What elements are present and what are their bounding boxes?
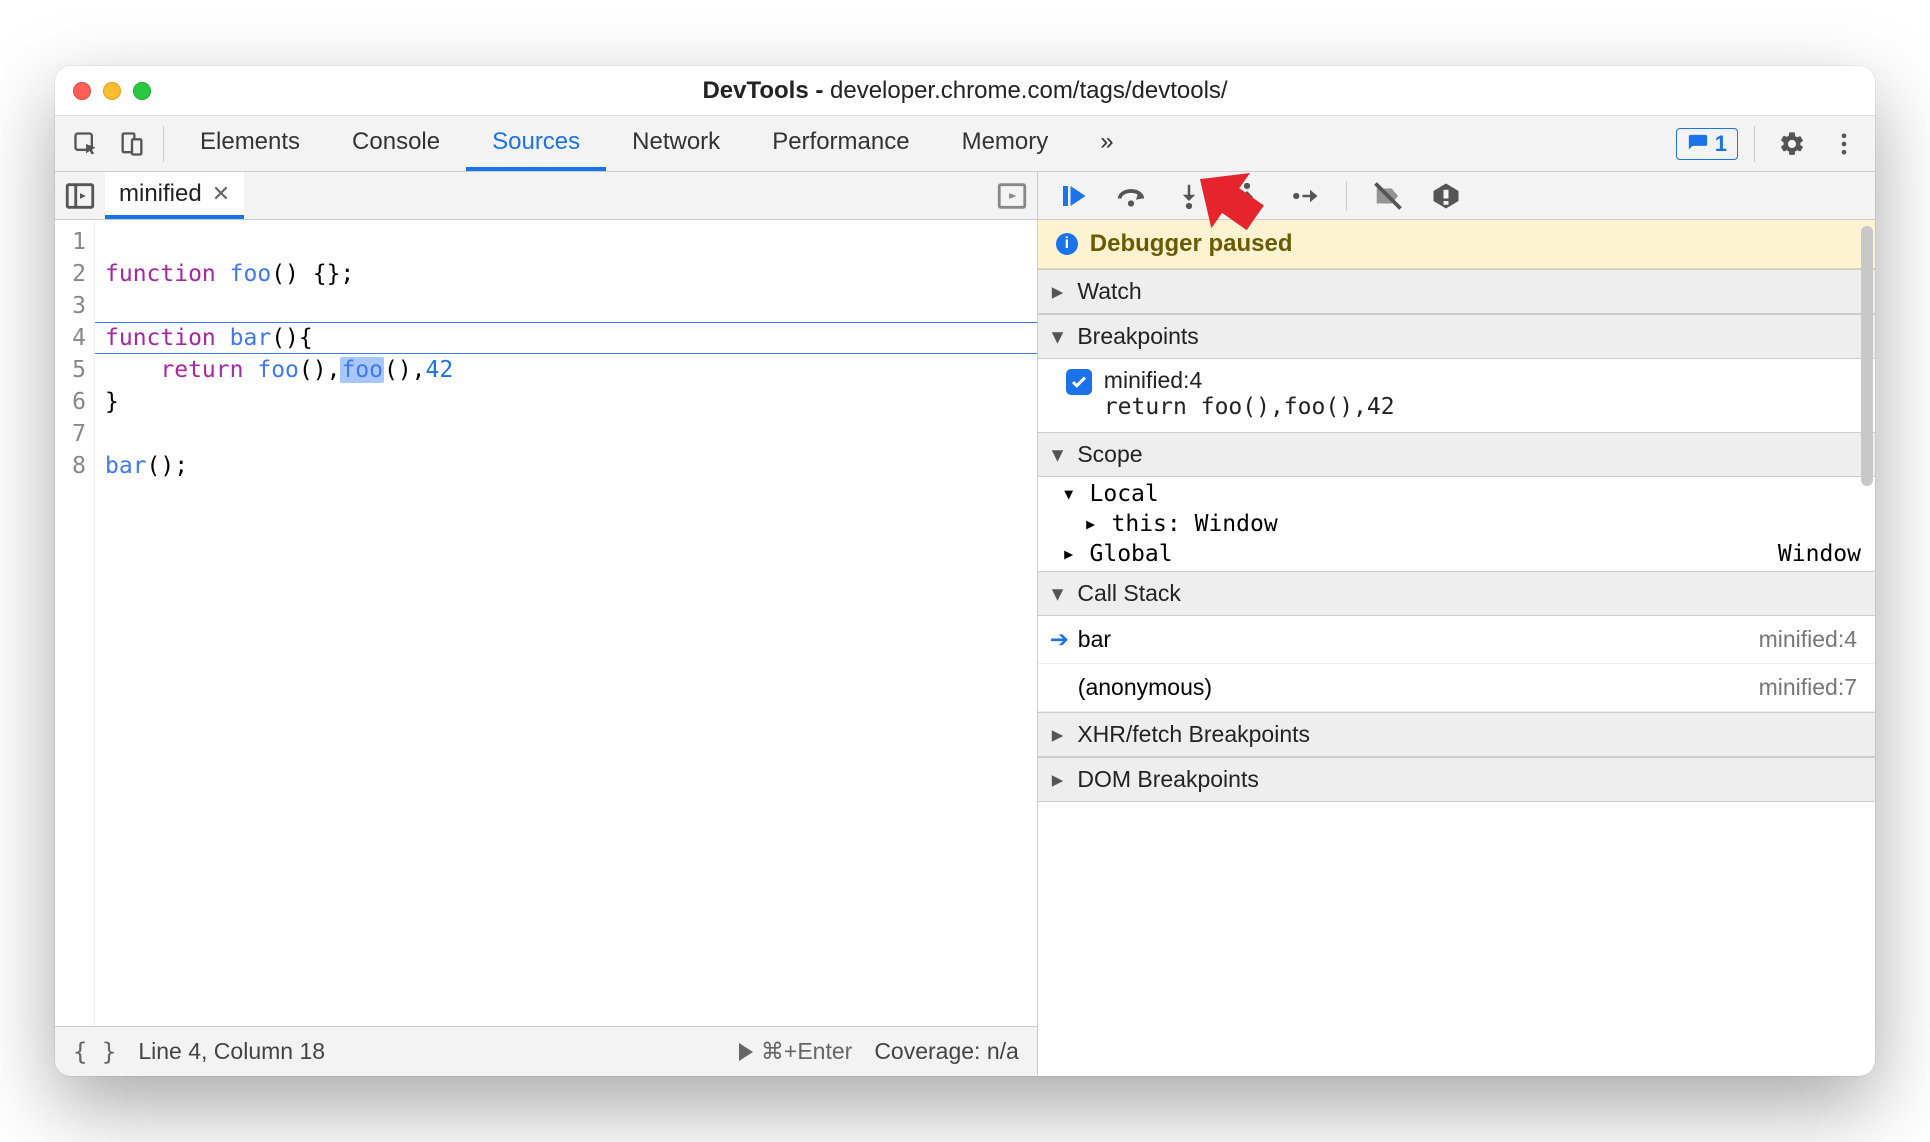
editor-statusbar: { } Line 4, Column 18 ⌘+Enter Coverage: … bbox=[55, 1026, 1037, 1076]
separator bbox=[1346, 181, 1347, 211]
separator bbox=[1754, 126, 1755, 162]
callstack-frame[interactable]: bar minified:4 bbox=[1038, 616, 1875, 664]
editor-tabstrip: minified ✕ bbox=[55, 172, 1037, 220]
debugger-paused-banner: i Debugger paused bbox=[1038, 220, 1875, 269]
main-tabstrip: Elements Console Sources Network Perform… bbox=[55, 116, 1875, 172]
tab-network[interactable]: Network bbox=[606, 116, 746, 171]
separator bbox=[163, 126, 164, 162]
code-editor[interactable]: 1 2 3 4 5 6 7 8 function foo() {}; funct… bbox=[55, 220, 1037, 1026]
panel-tabs: Elements Console Sources Network Perform… bbox=[174, 116, 1140, 171]
run-snippet-icon[interactable] bbox=[995, 179, 1029, 213]
deactivate-breakpoints-icon[interactable] bbox=[1371, 179, 1405, 213]
breakpoint-checkbox[interactable] bbox=[1066, 369, 1092, 395]
paused-label: Debugger paused bbox=[1090, 230, 1293, 258]
coverage-status: Coverage: n/a bbox=[874, 1038, 1018, 1065]
play-icon bbox=[739, 1043, 753, 1061]
debugger-toolbar bbox=[1038, 172, 1875, 220]
breakpoint-label: minified:4 bbox=[1104, 367, 1395, 394]
code-content: function foo() {}; function bar(){ retur… bbox=[95, 220, 1037, 1026]
callstack-frame[interactable]: (anonymous) minified:7 bbox=[1038, 664, 1875, 712]
dom-breakpoints-section-header[interactable]: DOM Breakpoints bbox=[1038, 757, 1875, 802]
close-tab-icon[interactable]: ✕ bbox=[212, 181, 230, 207]
scope-local[interactable]: ▾ Local bbox=[1038, 477, 1875, 511]
step-icon[interactable] bbox=[1288, 179, 1322, 213]
issues-count: 1 bbox=[1715, 131, 1727, 157]
editor-pane: minified ✕ 1 2 3 4 5 6 7 8 fun bbox=[55, 172, 1038, 1076]
cursor-position: Line 4, Column 18 bbox=[138, 1038, 325, 1065]
step-out-icon[interactable] bbox=[1230, 179, 1264, 213]
line-number: 6 bbox=[55, 386, 86, 418]
navigator-toggle-icon[interactable] bbox=[63, 179, 97, 213]
tab-console[interactable]: Console bbox=[326, 116, 466, 171]
breakpoint-snippet: return foo(),foo(),42 bbox=[1104, 394, 1395, 420]
scope-global[interactable]: ▸ Global Window bbox=[1038, 537, 1875, 571]
breakpoints-section-body: minified:4 return foo(),foo(),42 bbox=[1038, 359, 1875, 432]
step-into-icon[interactable] bbox=[1172, 179, 1206, 213]
inspect-element-icon[interactable] bbox=[65, 123, 107, 165]
resume-button-icon[interactable] bbox=[1056, 179, 1090, 213]
xhr-breakpoints-section-header[interactable]: XHR/fetch Breakpoints bbox=[1038, 712, 1875, 757]
scope-section-header[interactable]: Scope bbox=[1038, 432, 1875, 477]
tab-elements[interactable]: Elements bbox=[174, 116, 326, 171]
pretty-print-icon[interactable]: { } bbox=[73, 1038, 116, 1066]
line-number: 3 bbox=[55, 290, 86, 322]
line-number: 7 bbox=[55, 418, 86, 450]
file-tab-minified[interactable]: minified ✕ bbox=[105, 172, 244, 219]
line-gutter: 1 2 3 4 5 6 7 8 bbox=[55, 220, 95, 1026]
pause-on-exceptions-icon[interactable] bbox=[1429, 179, 1463, 213]
watch-section-header[interactable]: Watch bbox=[1038, 269, 1875, 314]
debugger-pane: i Debugger paused Watch Breakpoints mini… bbox=[1038, 172, 1875, 1076]
file-tab-label: minified bbox=[119, 180, 202, 208]
title-prefix: DevTools - bbox=[702, 77, 830, 104]
settings-icon[interactable] bbox=[1771, 123, 1813, 165]
scope-this[interactable]: ▸ this: Window bbox=[1038, 511, 1875, 537]
issues-button[interactable]: 1 bbox=[1676, 128, 1738, 160]
breakpoints-section-header[interactable]: Breakpoints bbox=[1038, 314, 1875, 359]
tab-memory[interactable]: Memory bbox=[936, 116, 1075, 171]
line-number: 8 bbox=[55, 450, 86, 482]
line-number: 2 bbox=[55, 258, 86, 290]
main-split: minified ✕ 1 2 3 4 5 6 7 8 fun bbox=[55, 172, 1875, 1076]
device-toolbar-icon[interactable] bbox=[111, 123, 153, 165]
info-icon: i bbox=[1056, 233, 1078, 255]
scrollbar-thumb[interactable] bbox=[1861, 226, 1873, 486]
line-number: 4 bbox=[55, 322, 86, 354]
tab-performance[interactable]: Performance bbox=[746, 116, 935, 171]
titlebar: DevTools - developer.chrome.com/tags/dev… bbox=[55, 66, 1875, 116]
breakpoint-row[interactable]: minified:4 return foo(),foo(),42 bbox=[1066, 367, 1861, 420]
line-number: 1 bbox=[55, 226, 86, 258]
title-host: developer.chrome.com/tags/devtools/ bbox=[830, 77, 1228, 104]
window-title: DevTools - developer.chrome.com/tags/dev… bbox=[55, 77, 1875, 105]
line-number: 5 bbox=[55, 354, 86, 386]
tabs-overflow[interactable]: » bbox=[1074, 116, 1139, 171]
run-hint[interactable]: ⌘+Enter bbox=[739, 1038, 852, 1065]
tab-sources[interactable]: Sources bbox=[466, 116, 606, 171]
callstack-section-header[interactable]: Call Stack bbox=[1038, 571, 1875, 616]
scrollbar[interactable] bbox=[1859, 220, 1873, 1076]
devtools-window: DevTools - developer.chrome.com/tags/dev… bbox=[55, 66, 1875, 1076]
kebab-menu-icon[interactable] bbox=[1823, 123, 1865, 165]
step-over-icon[interactable] bbox=[1114, 179, 1148, 213]
